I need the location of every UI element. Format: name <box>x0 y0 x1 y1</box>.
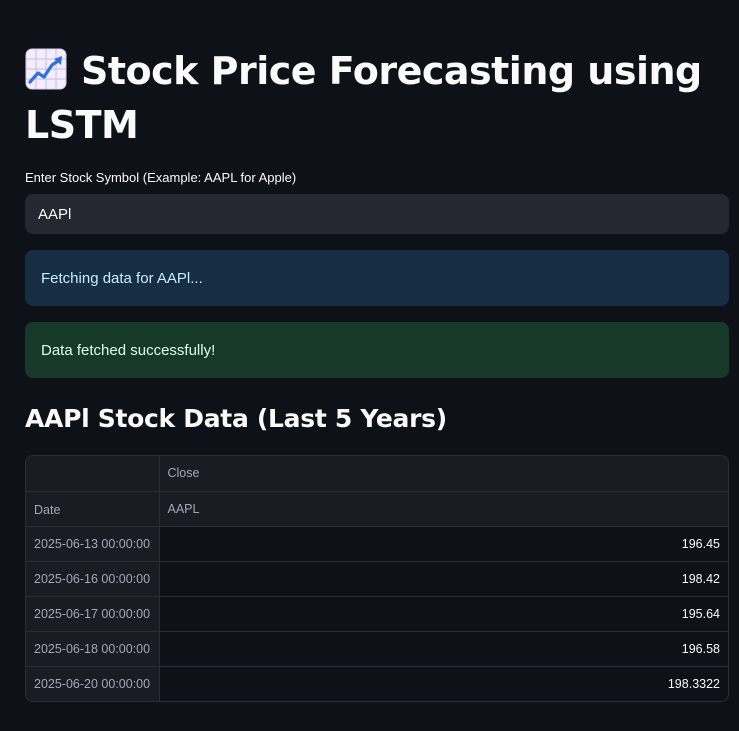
row-date: 2025-06-20 00:00:00 <box>26 666 160 701</box>
info-alert: Fetching data for AAPl... <box>25 250 729 306</box>
column-group-header[interactable]: Close <box>159 456 728 492</box>
app-main: Stock Price Forecasting using LSTM Enter… <box>0 0 739 731</box>
stock-data-table[interactable]: Close Date AAPL 2025-06-13 00:00:00 196.… <box>25 455 729 702</box>
page-title: Stock Price Forecasting using LSTM <box>25 44 725 152</box>
table-row[interactable]: 2025-06-13 00:00:00 196.45 <box>26 526 728 562</box>
row-close[interactable]: 198.3322 <box>159 666 728 701</box>
symbol-input-label: Enter Stock Symbol (Example: AAPL for Ap… <box>25 170 297 185</box>
row-date: 2025-06-13 00:00:00 <box>26 526 160 562</box>
row-close[interactable]: 195.64 <box>159 596 728 632</box>
column-ticker-header[interactable]: AAPL <box>159 491 728 527</box>
success-alert: Data fetched successfully! <box>25 322 729 378</box>
success-alert-text: Data fetched successfully! <box>41 341 216 359</box>
row-date: 2025-06-16 00:00:00 <box>26 561 160 597</box>
page-title-text: Stock Price Forecasting using LSTM <box>25 49 702 147</box>
table-header-row-ticker: Date AAPL <box>26 491 728 527</box>
stock-data-heading: AAPl Stock Data (Last 5 Years) <box>25 404 447 433</box>
chart-increasing-icon <box>25 48 67 90</box>
table-row[interactable]: 2025-06-17 00:00:00 195.64 <box>26 596 728 632</box>
table-row[interactable]: 2025-06-18 00:00:00 196.58 <box>26 631 728 667</box>
symbol-input[interactable] <box>25 194 729 234</box>
row-date: 2025-06-18 00:00:00 <box>26 631 160 667</box>
row-close[interactable]: 198.42 <box>159 561 728 597</box>
table-row[interactable]: 2025-06-16 00:00:00 198.42 <box>26 561 728 597</box>
info-alert-text: Fetching data for AAPl... <box>41 269 203 287</box>
index-name-header[interactable]: Date <box>26 491 160 527</box>
table-header-row-group: Close <box>26 456 728 492</box>
index-corner-cell <box>26 456 160 492</box>
row-close[interactable]: 196.45 <box>159 526 728 562</box>
table-row[interactable]: 2025-06-20 00:00:00 198.3322 <box>26 666 728 701</box>
row-close[interactable]: 196.58 <box>159 631 728 667</box>
row-date: 2025-06-17 00:00:00 <box>26 596 160 632</box>
